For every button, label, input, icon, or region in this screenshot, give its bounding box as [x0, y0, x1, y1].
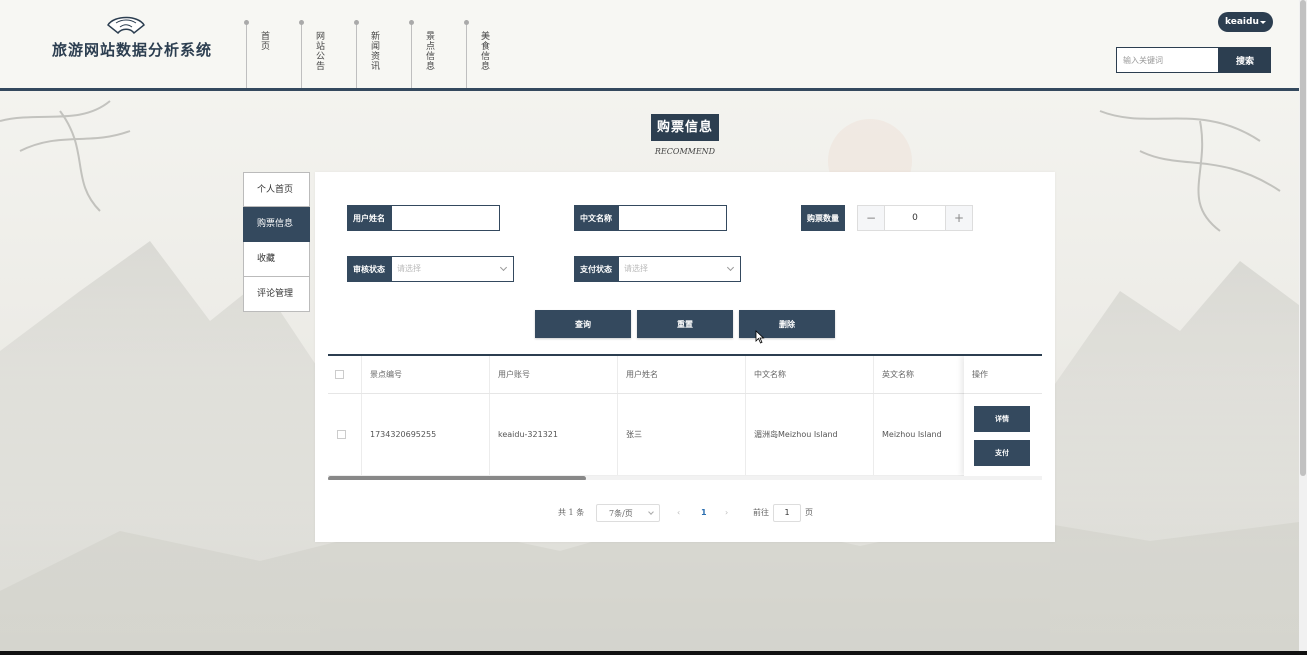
reset-button[interactable]: 重置	[637, 310, 733, 338]
total-value: 1	[568, 508, 574, 517]
nav-dot	[409, 20, 414, 25]
review-status-select[interactable]: 请选择	[391, 256, 514, 282]
nav-dot	[464, 20, 469, 25]
nav-news[interactable]: 新闻资讯	[354, 20, 406, 88]
quantity-minus-button[interactable]: −	[858, 206, 884, 230]
col-header-spot-id[interactable]: 景点编号	[362, 356, 490, 393]
page-vertical-scrollbar[interactable]	[1299, 0, 1307, 651]
prev-page-icon[interactable]: ‹	[677, 504, 680, 522]
col-header-username[interactable]: 用户姓名	[618, 356, 746, 393]
quantity-plus-button[interactable]: +	[946, 206, 972, 230]
nav-food[interactable]: 美食信息	[464, 20, 516, 88]
side-menu: 个人首页 购票信息 收藏 评论管理	[243, 172, 310, 312]
detail-button[interactable]: 详情	[974, 406, 1030, 432]
delete-button[interactable]: 删除	[739, 310, 835, 338]
chevron-down-icon	[726, 263, 735, 272]
nav-dot	[244, 20, 249, 25]
pay-status-label: 支付状态	[574, 256, 618, 282]
quantity-label: 购票数量	[801, 205, 845, 231]
bottom-edge	[0, 651, 1307, 655]
select-all-cell	[328, 356, 362, 393]
pay-status-select[interactable]: 请选择	[618, 256, 741, 282]
cell-username: 张三	[618, 394, 746, 475]
side-item-comments[interactable]: 评论管理	[243, 277, 310, 312]
mouse-pointer-icon	[755, 330, 765, 344]
page-scrollbar-thumb[interactable]	[1300, 0, 1306, 476]
page-size-value: 7条/页	[609, 509, 633, 518]
cn-name-filter: 中文名称	[574, 205, 727, 231]
cell-cn-name: 湄洲岛Meizhou Island	[746, 394, 874, 475]
ticket-panel: 用户姓名 中文名称 购票数量 − 0 + 审核状态 请选择 支付状态 请选择 查…	[315, 172, 1055, 542]
caret-down-icon	[1260, 21, 1266, 24]
pay-button[interactable]: 支付	[974, 440, 1030, 466]
quantity-filter: 购票数量 − 0 +	[801, 205, 973, 231]
header-divider	[0, 88, 1307, 91]
col-header-operations: 操作	[964, 356, 1042, 394]
goto-page-input[interactable]	[773, 504, 801, 522]
nav-dot	[299, 20, 304, 25]
username-filter: 用户姓名	[347, 205, 500, 231]
nav-label: 首页	[259, 31, 269, 51]
goto-prefix: 前往	[753, 508, 769, 517]
page-subtitle: RECOMMEND	[654, 147, 716, 156]
nav-attractions[interactable]: 景点信息	[409, 20, 461, 88]
ticket-table: 景点编号 用户账号 用户姓名 中文名称 英文名称 1734320695255 k…	[328, 354, 1042, 480]
row-select-cell	[328, 394, 362, 475]
search-input[interactable]	[1116, 47, 1219, 73]
review-status-filter: 审核状态 请选择	[347, 256, 514, 282]
page-size-select[interactable]: 7条/页	[596, 504, 660, 522]
select-all-checkbox[interactable]	[335, 370, 344, 379]
cell-spot-id: 1734320695255	[362, 394, 490, 475]
table-scrollbar-thumb[interactable]	[328, 476, 586, 480]
username-input[interactable]	[391, 205, 500, 231]
next-page-icon[interactable]: ›	[725, 504, 728, 522]
total-suffix: 条	[576, 508, 585, 517]
nav-label: 景点信息	[424, 31, 434, 71]
cell-account: keaidu-321321	[490, 394, 618, 475]
row-checkbox[interactable]	[337, 430, 346, 439]
cn-name-input[interactable]	[618, 205, 727, 231]
username-label: 用户姓名	[347, 205, 391, 231]
nav-label: 新闻资讯	[369, 31, 379, 71]
user-menu-dropdown[interactable]: keaidu	[1218, 12, 1273, 32]
page-number-current[interactable]: 1	[701, 504, 707, 522]
review-status-label: 审核状态	[347, 256, 391, 282]
total-prefix: 共	[558, 508, 566, 517]
quantity-value[interactable]: 0	[884, 206, 946, 230]
pagination: 共 1 条 7条/页 ‹ 1 › 前往 页	[315, 504, 1055, 522]
query-button[interactable]: 查询	[535, 310, 631, 338]
table-horizontal-scrollbar[interactable]	[328, 476, 1042, 480]
logo-fan-icon	[107, 16, 145, 35]
goto-suffix: 页	[805, 508, 813, 517]
side-item-favorites[interactable]: 收藏	[243, 242, 310, 277]
search-button[interactable]: 搜索	[1219, 47, 1271, 73]
chevron-down-icon	[648, 509, 654, 515]
operations-column: 操作 详情 支付	[964, 356, 1042, 476]
page-title: 购票信息	[651, 114, 719, 141]
quantity-stepper: − 0 +	[857, 205, 973, 231]
nav-announcements[interactable]: 网站公告	[299, 20, 351, 88]
table-row: 1734320695255 keaidu-321321 张三 湄洲岛Meizho…	[328, 394, 1042, 476]
review-status-placeholder: 请选择	[397, 264, 421, 273]
nav-label: 美食信息	[479, 31, 489, 71]
top-header: 旅游网站数据分析系统 首页 网站公告 新闻资讯 景点信息 美食信息 keaidu…	[0, 0, 1307, 88]
site-title[interactable]: 旅游网站数据分析系统	[52, 39, 212, 60]
side-item-tickets[interactable]: 购票信息	[243, 207, 310, 242]
table-header-row: 景点编号 用户账号 用户姓名 中文名称 英文名称	[328, 356, 1042, 394]
pay-status-filter: 支付状态 请选择	[574, 256, 741, 282]
nav-label: 网站公告	[314, 31, 324, 71]
col-header-cn-name[interactable]: 中文名称	[746, 356, 874, 393]
cn-name-label: 中文名称	[574, 205, 618, 231]
chevron-down-icon	[499, 263, 508, 272]
pay-status-placeholder: 请选择	[624, 264, 648, 273]
nav-dot	[354, 20, 359, 25]
side-item-profile[interactable]: 个人首页	[243, 172, 310, 207]
total-count: 共 1 条	[558, 504, 584, 522]
user-name: keaidu	[1225, 17, 1259, 27]
nav-home[interactable]: 首页	[244, 20, 296, 88]
col-header-account[interactable]: 用户账号	[490, 356, 618, 393]
